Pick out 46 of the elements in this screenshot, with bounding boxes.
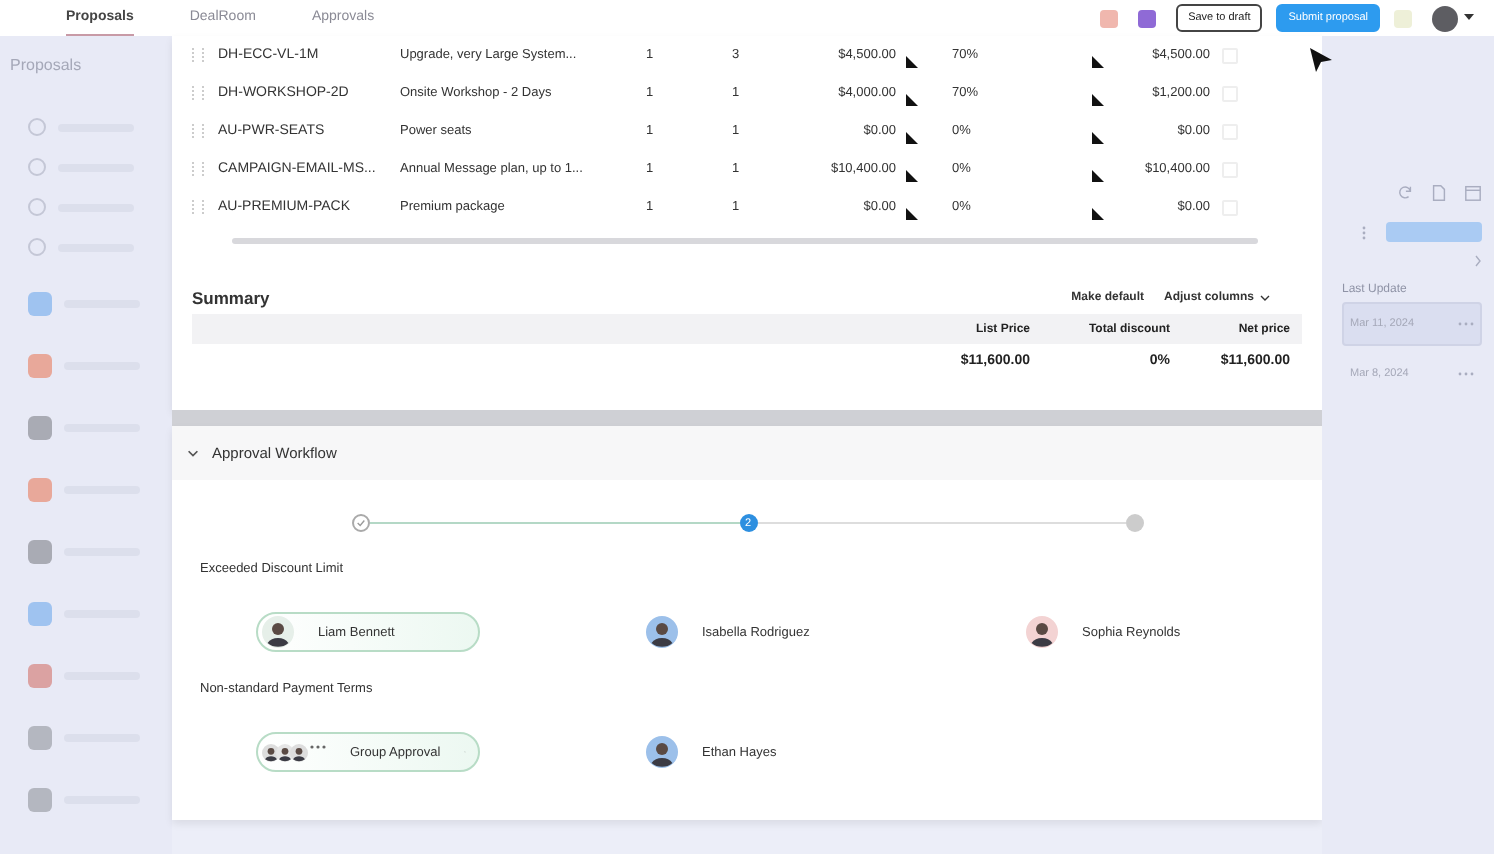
cursor-icon [1310,48,1334,76]
nav-icon[interactable] [28,198,46,216]
avatar-icon [1026,616,1058,648]
drag-handle-icon[interactable] [192,86,204,100]
corner-triangle-icon[interactable] [1092,132,1104,144]
corner-triangle-icon[interactable] [1092,94,1104,106]
drag-handle-icon[interactable] [192,124,204,138]
section-title: Summary [192,288,272,308]
blurred-button[interactable] [1386,222,1482,242]
avatar-icon [290,743,308,761]
drag-handle-icon[interactable] [192,162,204,176]
corner-triangle-icon[interactable] [1092,170,1104,182]
corner-triangle-icon[interactable] [906,132,918,144]
corner-triangle-icon[interactable] [906,208,918,220]
avatar-icon [262,616,294,648]
nav-icon[interactable] [28,238,46,256]
avatar-icon [646,616,678,648]
next-page-icon[interactable] [1474,254,1482,268]
user-avatar[interactable] [1432,5,1458,31]
sidebar-title: Proposals [10,56,84,74]
app-icon[interactable] [28,726,52,750]
drag-handle-icon[interactable] [192,200,204,214]
app-icon[interactable] [28,664,52,688]
app-icon[interactable] [28,354,52,378]
corner-triangle-icon[interactable] [1092,208,1104,220]
corner-triangle-icon[interactable] [906,170,918,182]
corner-triangle-icon[interactable] [906,94,918,106]
avatar-icon [646,736,678,768]
nav-icon[interactable] [28,118,46,136]
chevron-icon[interactable] [186,446,200,460]
calendar-icon[interactable] [1464,184,1482,202]
app-icon[interactable] [28,602,52,626]
nav-icon[interactable] [28,158,46,176]
corner-triangle-icon[interactable] [1092,56,1104,68]
app-icon[interactable] [28,540,52,564]
caret-icon[interactable] [1464,14,1474,22]
app-icon[interactable] [28,788,52,812]
app-icon[interactable] [28,416,52,440]
chevron-icon [1260,294,1270,302]
scrollbar[interactable] [232,238,1258,244]
refresh-icon[interactable] [1396,184,1414,202]
corner-triangle-icon[interactable] [906,56,918,68]
app-icon[interactable] [28,478,52,502]
more-icon [310,743,326,749]
app-icon[interactable] [28,292,52,316]
drag-handle-icon[interactable] [192,48,204,62]
